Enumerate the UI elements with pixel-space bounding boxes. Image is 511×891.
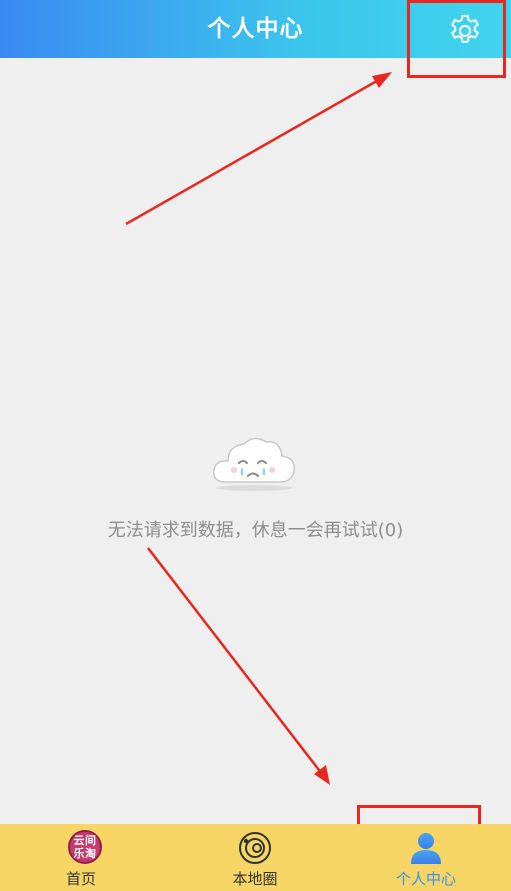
logo-text-line1: 云间: [73, 834, 97, 847]
arrow-to-settings: [125, 72, 392, 226]
logo-text-line2: 乐淘: [73, 847, 97, 860]
empty-state-message: 无法请求到数据，休息一会再试试(0): [107, 520, 404, 541]
tab-local-circle[interactable]: 本地圈: [170, 824, 340, 891]
tab-local-circle-label: 本地圈: [232, 870, 278, 888]
tab-home[interactable]: 云间 乐淘 首页: [0, 824, 170, 891]
tab-home-label: 首页: [65, 870, 96, 888]
bottom-tab-bar: 云间 乐淘 首页 本地圈 个人中心: [0, 824, 511, 891]
crying-cloud-icon: [206, 430, 302, 500]
local-circle-icon: [237, 830, 273, 870]
tab-profile-label: 个人中心: [395, 870, 456, 888]
tab-profile[interactable]: 个人中心: [341, 824, 511, 891]
arrow-to-profile-tab: [147, 547, 330, 785]
user-profile-icon: [408, 830, 444, 870]
yunjian-letao-logo: 云间 乐淘: [68, 830, 102, 864]
